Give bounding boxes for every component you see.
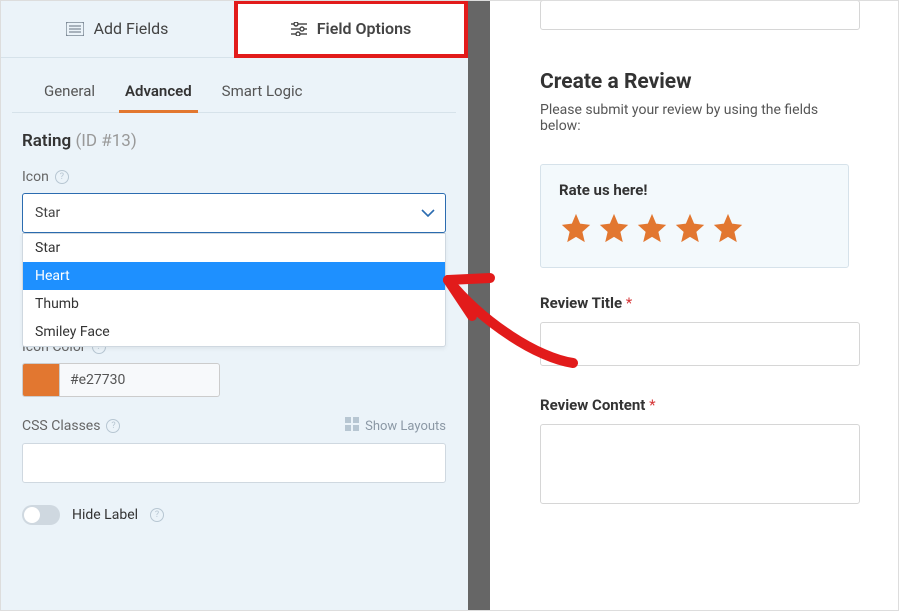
dropdown-item-star[interactable]: Star <box>23 234 445 262</box>
review-title-text: Review Title <box>540 294 622 312</box>
field-name: Rating <box>22 131 71 151</box>
sliders-icon <box>291 22 307 36</box>
show-layouts-button[interactable]: Show Layouts <box>345 417 446 435</box>
help-icon[interactable]: ? <box>150 508 164 522</box>
review-content-text: Review Content <box>540 396 645 414</box>
tab-add-fields[interactable]: Add Fields <box>0 0 234 57</box>
review-content-input[interactable] <box>540 424 860 504</box>
sub-tab-advanced[interactable]: Advanced <box>115 76 202 112</box>
star-icon[interactable] <box>597 211 631 249</box>
review-content-label: Review Content * <box>540 396 849 414</box>
field-id: (ID #13) <box>75 131 136 151</box>
review-title-label: Review Title * <box>540 294 849 312</box>
sub-tabs: General Advanced Smart Logic <box>12 58 456 113</box>
dropdown-item-heart[interactable]: Heart <box>23 262 445 290</box>
icon-select[interactable]: Star Star Heart Thumb Smiley Face <box>22 193 446 233</box>
review-title-input[interactable] <box>540 322 860 366</box>
tab-field-options[interactable]: Field Options <box>234 0 468 57</box>
field-heading: Rating (ID #13) <box>22 131 446 151</box>
preview-panel: Create a Review Please submit your revie… <box>490 0 899 611</box>
hide-label-row: Hide Label ? <box>22 505 446 525</box>
star-icon[interactable] <box>635 211 669 249</box>
color-value[interactable]: #e27730 <box>60 363 220 397</box>
required-marker: * <box>626 294 632 312</box>
dropdown-item-thumb[interactable]: Thumb <box>23 290 445 318</box>
star-icon[interactable] <box>559 211 593 249</box>
panel-divider <box>468 0 490 611</box>
css-classes-label-row: CSS Classes ? <box>22 418 120 434</box>
css-classes-label: CSS Classes <box>22 418 100 434</box>
icon-select-display[interactable]: Star <box>22 193 446 233</box>
icon-label-row: Icon ? <box>22 169 446 185</box>
hide-label-toggle[interactable] <box>22 505 60 525</box>
tab-add-fields-label: Add Fields <box>94 19 169 38</box>
rating-label: Rate us here! <box>559 181 830 199</box>
settings-panel: Add Fields Field Options General Advance… <box>0 0 468 611</box>
show-layouts-label: Show Layouts <box>365 419 446 434</box>
sub-tab-smart-logic[interactable]: Smart Logic <box>212 76 313 112</box>
color-swatch[interactable] <box>22 363 60 397</box>
rating-stars[interactable] <box>559 211 830 249</box>
star-icon[interactable] <box>711 211 745 249</box>
chevron-down-icon <box>421 205 435 221</box>
preview-top-input[interactable] <box>540 0 860 30</box>
rating-field-preview[interactable]: Rate us here! <box>540 164 849 268</box>
css-classes-input[interactable] <box>22 443 446 483</box>
settings-body: Rating (ID #13) Icon ? Star Star Heart T… <box>0 113 468 543</box>
icon-label: Icon <box>22 169 49 185</box>
grid-icon <box>345 417 359 435</box>
hide-label-text: Hide Label <box>72 507 138 523</box>
preview-title: Create a Review <box>540 70 849 94</box>
top-tabs: Add Fields Field Options <box>0 0 468 58</box>
list-icon <box>66 22 84 36</box>
preview-subtitle: Please submit your review by using the f… <box>540 102 849 134</box>
required-marker: * <box>649 396 655 414</box>
star-icon[interactable] <box>673 211 707 249</box>
sub-tab-general[interactable]: General <box>34 76 105 112</box>
icon-selected-value: Star <box>35 205 60 221</box>
help-icon[interactable]: ? <box>106 419 120 433</box>
icon-dropdown: Star Heart Thumb Smiley Face <box>22 233 446 347</box>
icon-color-picker[interactable]: #e27730 <box>22 363 446 397</box>
help-icon[interactable]: ? <box>55 170 69 184</box>
tab-field-options-label: Field Options <box>317 19 411 38</box>
dropdown-item-smiley[interactable]: Smiley Face <box>23 318 445 346</box>
